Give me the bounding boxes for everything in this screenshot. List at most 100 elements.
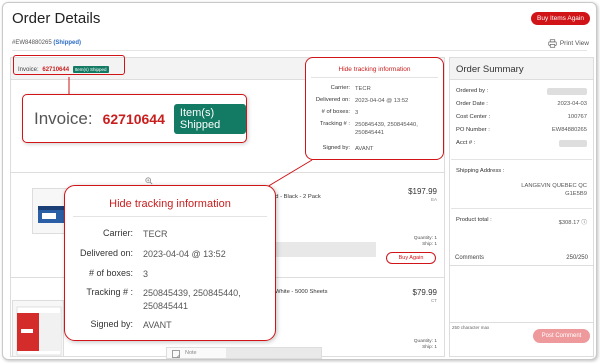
delivered-value: 2023-04-04 @ 13:52	[355, 98, 409, 104]
signed-value: AVANT	[355, 146, 374, 152]
shipping-address: LANGEVIN QUEBEC QC G1E5B9	[521, 182, 587, 198]
address-line-1: LANGEVIN QUEBEC QC	[521, 183, 587, 189]
product-title[interactable]: White - 5000 Sheets	[275, 289, 365, 295]
signed-row: Signed by: AVANT	[306, 145, 435, 153]
order-summary-panel: Order Summary Ordered by : Order Date : …	[449, 57, 594, 357]
page-title: Order Details	[12, 10, 101, 27]
zoom-icon[interactable]	[145, 177, 153, 185]
order-date-value: 2023-04-03	[557, 101, 587, 107]
comments-textarea[interactable]	[450, 265, 593, 323]
tracking-callout: Hide tracking information Carrier: TECR …	[64, 185, 276, 341]
boxes-label: # of boxes:	[321, 109, 350, 115]
po-number-label: PO Number :	[456, 127, 490, 133]
callout-carrier-value: TECR	[143, 229, 168, 239]
note-fill	[225, 348, 321, 358]
summary-divider	[451, 208, 592, 209]
callout-signed-row: Signed by: AVANT	[65, 319, 273, 332]
product-divider	[10, 172, 445, 173]
tracking-label: Tracking # :	[319, 121, 350, 127]
ordered-by-label: Ordered by :	[456, 88, 489, 94]
summary-divider	[451, 159, 592, 160]
note-field[interactable]	[276, 242, 376, 257]
product-total-amount: $308.17	[558, 220, 580, 226]
order-date-label: Order Date :	[456, 101, 488, 107]
callout-boxes-value: 3	[143, 269, 149, 279]
order-status: (Shipped)	[53, 40, 82, 46]
product-quantity: Quantity: 1 Ship: 1	[370, 236, 437, 248]
note-icon	[172, 350, 180, 358]
ship-text: Ship: 1	[422, 345, 437, 350]
callout-delivered-label: Delivered on:	[79, 248, 133, 258]
boxes-row: # of boxes: 3	[306, 109, 435, 117]
tracking-panel: Hide tracking information Carrier: TECR …	[305, 57, 444, 160]
callout-delivered-value: 2023-04-04 @ 13:52	[143, 249, 226, 259]
acct-redacted	[559, 140, 587, 147]
address-line-2: G1E5B9	[565, 191, 587, 197]
callout-boxes-row: # of boxes: 3	[65, 268, 273, 281]
callout-signed-label: Signed by:	[90, 319, 133, 329]
note-placeholder: Note	[185, 350, 197, 356]
product-unit: EA	[430, 197, 437, 202]
product-quantity: Quantity: 1 Ship: 1	[370, 339, 437, 351]
buy-items-again-button[interactable]: Buy Items Again	[531, 12, 590, 25]
delivered-label: Delivered on:	[315, 97, 350, 103]
order-summary-title: Order Summary	[450, 58, 593, 80]
callout-tracking-value: 250845439, 250845440, 250845441	[143, 287, 273, 313]
po-number-row: PO Number : EW84880265	[456, 127, 587, 133]
ship-text: Ship: 1	[422, 242, 437, 247]
product-unit: CT	[431, 298, 437, 303]
po-number-value: EW84880265	[551, 127, 587, 133]
invoice-callout-label: Invoice:	[34, 108, 93, 128]
invoice-callout: Invoice: 62710644 Item(s) Shipped	[22, 94, 247, 143]
tracking-row: Tracking # : 250845439, 250845440, 250845…	[306, 121, 435, 137]
signed-label: Signed by:	[322, 145, 350, 151]
order-number: #EW84880265	[12, 40, 52, 46]
post-comment-button[interactable]: Post Comment	[533, 329, 590, 343]
acct-row: Acct # :	[456, 140, 587, 147]
callout-tracking-row: Tracking # : 250845439, 250845440, 250845…	[65, 287, 273, 313]
cost-center-row: Cost Center : 100767	[456, 114, 587, 120]
comments-counter: 250/250	[566, 255, 588, 261]
ordered-by-redacted	[547, 88, 587, 95]
char-max-hint: 250 character max	[452, 325, 490, 330]
callout-carrier-row: Carrier: TECR	[65, 228, 273, 241]
paper-box-image	[16, 306, 62, 356]
callout-tracking-line2: 250845441	[143, 301, 189, 311]
shipping-label: Shipping Address :	[456, 168, 505, 174]
info-icon[interactable]: ⓘ	[581, 220, 587, 226]
tracking-value[interactable]: 250845439, 250845440, 250845441	[355, 121, 435, 137]
callout-tracking-line1: 250845439, 250845440,	[143, 288, 241, 298]
comments-header: Comments 250/250	[450, 253, 593, 265]
header-divider	[12, 50, 587, 51]
product-total-row: Product total : $308.17 ⓘ	[456, 217, 587, 226]
product-price: $197.99	[408, 187, 437, 196]
tracking-callout-hide[interactable]: Hide tracking information	[65, 198, 275, 210]
print-view-link[interactable]: Print View	[548, 39, 589, 48]
note-input[interactable]: Note	[166, 347, 322, 359]
callout-signed-value: AVANT	[143, 320, 172, 330]
callout-boxes-label: # of boxes:	[88, 268, 133, 278]
invoice-callout-number: 62710644	[102, 110, 165, 127]
callout-tracking-label: Tracking # :	[86, 287, 133, 297]
product-total-label: Product total :	[456, 217, 492, 223]
buy-again-button[interactable]: Buy Again	[386, 252, 436, 264]
printer-icon	[548, 39, 557, 48]
tracking-numbers-line2: 250845441	[355, 130, 385, 136]
tracking-numbers-line1: 250845439, 250845440,	[355, 122, 418, 128]
carrier-label: Carrier:	[330, 85, 350, 91]
cost-center-value: 100767	[567, 114, 587, 120]
carrier-row: Carrier: TECR	[306, 85, 435, 93]
tracking-divider	[311, 77, 438, 78]
cost-center-label: Cost Center :	[456, 114, 491, 120]
invoice-highlight-box	[13, 55, 125, 75]
order-date-row: Order Date : 2023-04-03	[456, 101, 587, 107]
callout-carrier-label: Carrier:	[102, 228, 133, 238]
acct-label: Acct # :	[456, 140, 476, 146]
delivered-row: Delivered on: 2023-04-04 @ 13:52	[306, 97, 435, 105]
invoice-callout-badge: Item(s) Shipped	[173, 103, 246, 134]
print-view-label: Print View	[559, 40, 589, 47]
hide-tracking-link[interactable]: Hide tracking information	[306, 66, 443, 73]
carrier-value: TECR	[355, 86, 371, 92]
boxes-value: 3	[355, 110, 359, 116]
product-image[interactable]	[12, 300, 64, 357]
